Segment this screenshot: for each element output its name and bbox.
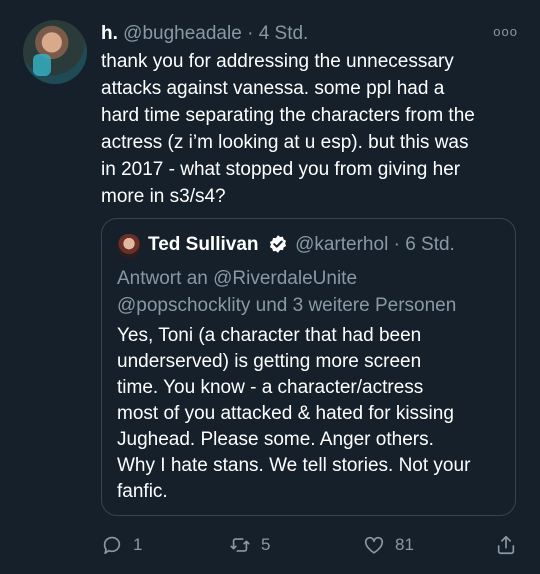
tweet-text-line: thank you for addressing the unnecessary: [101, 51, 454, 72]
tweet-text-line: more in s3/s4?: [101, 186, 226, 207]
retweet-button[interactable]: 5: [229, 530, 270, 560]
quoted-separator: ·: [393, 234, 400, 255]
quoted-text-line: Jughead. Please some. Anger others.: [117, 429, 434, 450]
tweet-text-line: in 2017 - what stopped you from giving h…: [101, 159, 461, 180]
tweet-text: thank you for addressing the unnecessary…: [101, 48, 521, 210]
quoted-handle: @karterhol: [295, 234, 389, 255]
quoted-avatar: [117, 234, 141, 258]
reply-icon: [103, 536, 121, 555]
quoted-tweet[interactable]: Ted Sullivan @karterhol · 6 Std. Antwort…: [101, 218, 516, 516]
verified-badge-icon: [269, 235, 286, 253]
replying-to-line: Antwort an @RiverdaleUnite: [117, 268, 358, 289]
reply-button[interactable]: 1: [101, 530, 142, 560]
like-icon: [364, 536, 384, 554]
quoted-text: Yes, Toni (a character that had been und…: [117, 323, 507, 505]
separator: ·: [247, 23, 254, 44]
quoted-text-line: underserved) is getting more screen: [117, 351, 422, 372]
action-bar: 1 5 81: [101, 530, 521, 560]
quoted-text-line: Yes, Toni (a character that had been: [117, 325, 422, 346]
share-icon: [497, 535, 515, 555]
replying-to: Antwort an @RiverdaleUnite @popschocklit…: [117, 265, 456, 319]
tweet-text-line: attacks against vanessa. some ppl had a: [101, 78, 445, 99]
quoted-display-name: Ted Sullivan: [148, 234, 259, 255]
avatar[interactable]: [23, 20, 87, 84]
tweet[interactable]: h. @bugheadale · 4 Std. ooo thank you fo…: [0, 0, 540, 574]
replying-to-line: @popschocklity und 3 weitere Personen: [117, 295, 457, 316]
like-button[interactable]: 81: [363, 530, 414, 560]
tweet-text-line: hard time separating the characters from…: [101, 105, 475, 126]
quoted-header: Ted Sullivan @karterhol · 6 Std.: [148, 233, 455, 257]
quoted-timestamp: 6 Std.: [405, 234, 455, 255]
share-button[interactable]: [495, 530, 517, 560]
handle[interactable]: @bugheadale: [123, 23, 242, 44]
quoted-text-line: most of you attacked & hated for kissing: [117, 403, 454, 424]
tweet-text-line: actress (z i’m looking at u esp). but th…: [101, 132, 469, 153]
more-options-icon[interactable]: ooo: [493, 24, 518, 39]
display-name[interactable]: h.: [101, 23, 118, 44]
timestamp[interactable]: 4 Std.: [259, 23, 309, 44]
retweet-count: 5: [261, 535, 271, 554]
quoted-text-line: Why I hate stans. We tell stories. Not y…: [117, 455, 471, 476]
quoted-text-line: fanfic.: [117, 481, 168, 502]
like-count: 81: [395, 535, 414, 554]
retweet-icon: [230, 538, 250, 552]
quoted-text-line: time. You know - a character/actress: [117, 377, 424, 398]
tweet-header: h. @bugheadale · 4 Std.: [101, 22, 308, 46]
reply-count: 1: [133, 535, 143, 554]
